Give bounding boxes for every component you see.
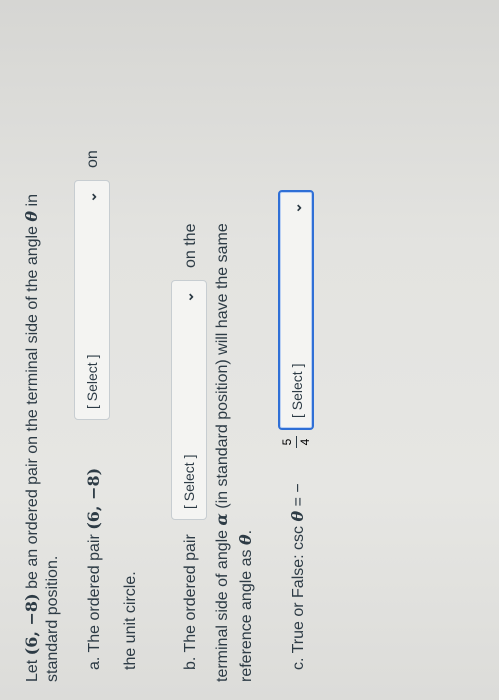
intro-pair: (6, −8) [22,593,41,656]
intro-mid: be an ordered pair on the terminal side … [24,221,41,594]
part-b-line2-suffix: (in standard position) will have the sam… [214,223,231,514]
intro-theta: θ [22,210,41,222]
part-b-prefix: b. The ordered pair [182,534,199,670]
part-c-select-label: [ Select ] [289,363,305,418]
part-b-line2-prefix: terminal side of angle [214,525,231,682]
intro-line-2: standard position. [44,555,61,682]
part-b-line3-prefix: reference angle as [238,545,255,682]
part-a-pair: (6, −8) [84,467,103,530]
intro-prefix: Let [24,655,41,682]
chevron-down-icon: ⌄ [83,191,99,203]
part-b-line3-suffix: . [238,529,255,535]
part-b-suffix: on the [182,223,199,268]
part-a-select[interactable]: [ Select ] ⌄ [74,180,110,420]
part-c-prefix: c. True or False: csc [290,521,307,670]
part-a-suffix: on [84,150,101,168]
part-c-equals: = − [290,483,307,511]
part-c-text: c. True or False: csc θ = − [288,483,308,670]
part-c-select[interactable]: [ Select ] ⌄ [278,190,314,430]
intro-suffix: in [24,193,41,211]
part-a-select-label: [ Select ] [84,354,100,409]
part-b-select[interactable]: [ Select ] ⌄ [171,280,207,520]
part-b-alpha: α [212,513,231,526]
part-b-line-2: terminal side of angle α (in standard po… [212,223,232,682]
part-a-prefix: a. The ordered pair [86,529,103,670]
chevron-down-icon: ⌄ [288,202,304,214]
part-b-select-label: [ Select ] [181,454,197,509]
part-c-theta: θ [288,510,307,522]
fraction-numerator: 5 [280,438,294,446]
part-b-line-3: reference angle as θ. [236,530,256,682]
chevron-down-icon: ⌄ [180,291,196,303]
fraction-denominator: 4 [298,438,312,446]
part-b-theta: θ [236,534,255,546]
part-a-line-2: the unit circle. [122,571,139,670]
question-panel: Let (6, −8) be an ordered pair on the te… [0,0,499,700]
part-a-text: a. The ordered pair (6, −8) [84,468,104,670]
intro-line-1: Let (6, −8) be an ordered pair on the te… [22,194,42,682]
fraction-bar [296,436,297,448]
